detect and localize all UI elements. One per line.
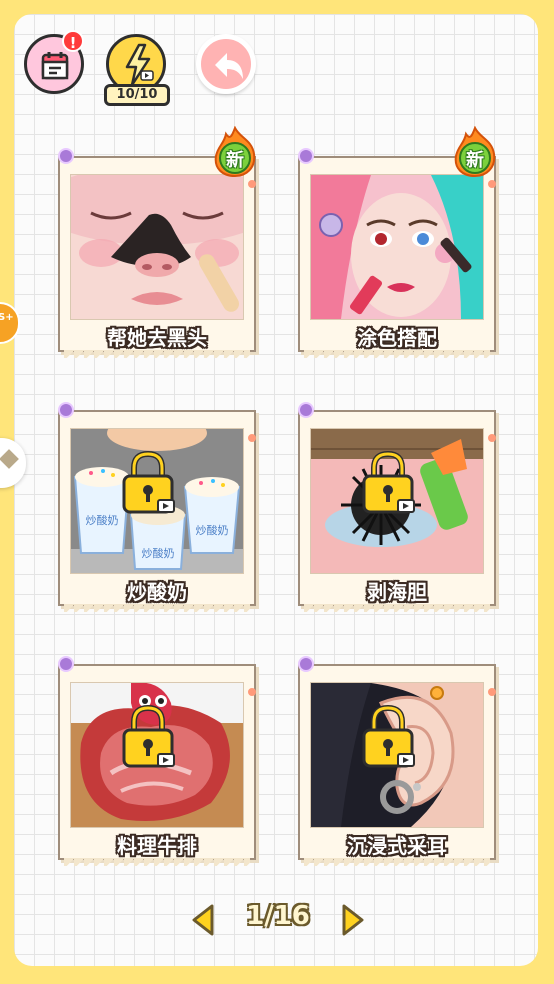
lock-icon <box>122 450 175 514</box>
flower-decoration <box>300 658 312 670</box>
level-card[interactable]: 沉浸式采耳 <box>298 658 498 866</box>
flower-decoration <box>300 150 312 162</box>
lock-icon <box>362 704 415 768</box>
card-title: 帮她去黑头 <box>107 326 207 350</box>
new-badge: 新 <box>450 125 500 178</box>
level-card[interactable]: 料理牛排 <box>58 658 258 866</box>
flower-decoration <box>60 150 72 162</box>
alert-badge: ! <box>62 30 84 52</box>
flower-decoration <box>488 688 496 696</box>
level-card[interactable]: 炒酸奶 炒酸奶 炒酸奶 炒酸奶 <box>58 404 258 612</box>
flower-decoration <box>60 404 72 416</box>
card-title: 炒酸奶 <box>127 580 187 604</box>
prev-page-arrow-icon[interactable] <box>190 904 216 936</box>
flower-decoration <box>248 180 256 188</box>
flower-decoration <box>248 688 256 696</box>
lightning-video-icon <box>125 43 154 87</box>
page-indicator: 1/16 <box>246 901 310 931</box>
flower-decoration <box>248 434 256 442</box>
back-arrow-icon <box>215 53 243 79</box>
side-reward-text: S+ <box>0 312 14 323</box>
card-thumbnail <box>70 174 244 320</box>
new-badge: 新 <box>210 125 260 178</box>
card-title: 料理牛排 <box>117 834 197 858</box>
calendar-icon <box>41 52 69 80</box>
new-badge-text: 新 <box>466 150 484 171</box>
cup-label: 炒酸奶 <box>142 546 175 560</box>
flower-decoration <box>488 434 496 442</box>
cup-label: 炒酸奶 <box>196 523 229 537</box>
level-card[interactable]: 新 帮她去黑头 <box>58 125 258 358</box>
cup-label: 炒酸奶 <box>86 513 119 527</box>
card-thumbnail <box>310 174 484 320</box>
card-title: 涂色搭配 <box>357 326 437 350</box>
flower-decoration <box>60 658 72 670</box>
flower-decoration <box>300 404 312 416</box>
back-button[interactable] <box>196 34 256 94</box>
level-card[interactable]: 剥海胆 <box>298 404 498 612</box>
gem-icon <box>0 449 19 469</box>
new-badge-text: 新 <box>226 150 244 171</box>
level-card[interactable]: 新 涂色搭配 <box>298 125 498 358</box>
lock-icon <box>122 704 175 768</box>
card-title: 沉浸式采耳 <box>347 834 447 858</box>
flower-decoration <box>488 180 496 188</box>
card-title: 剥海胆 <box>367 580 427 604</box>
next-page-arrow-icon[interactable] <box>340 904 366 936</box>
lock-icon <box>362 450 415 514</box>
energy-count: 10/10 <box>104 84 170 106</box>
